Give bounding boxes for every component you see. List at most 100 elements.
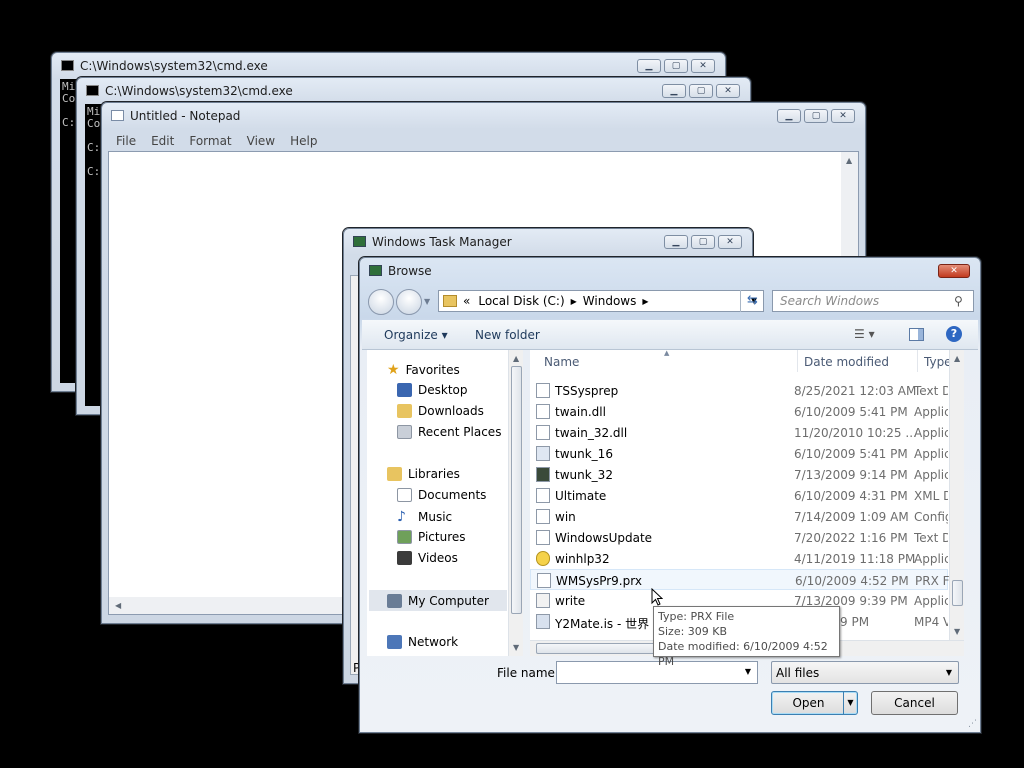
forward-button[interactable] <box>396 289 422 315</box>
breadcrumb-chevron-icon[interactable]: ▶ <box>571 297 577 306</box>
help-file-icon <box>536 551 550 566</box>
column-header-date[interactable]: Date modified <box>804 350 918 372</box>
breadcrumb-overflow[interactable]: « <box>463 294 470 308</box>
file-type-dropdown-icon[interactable]: ▼ <box>946 668 952 677</box>
file-list-vscrollbar[interactable]: ▲ ▼ <box>949 350 964 640</box>
nav-documents[interactable]: Documents <box>397 488 486 502</box>
file-row[interactable]: twunk_32 7/13/2009 9:14 PM Applic <box>530 464 948 485</box>
minimize-button[interactable]: ▁ <box>637 59 661 73</box>
cmd-window-1-titlebar[interactable]: C:\Windows\system32\cmd.exe ▁ ▢ ✕ <box>52 53 725 79</box>
new-folder-button[interactable]: New folder <box>475 328 540 342</box>
refresh-button[interactable]: ⇆ <box>740 290 764 312</box>
close-button[interactable]: ✕ <box>691 59 715 73</box>
star-icon: ★ <box>387 362 400 378</box>
minimize-button[interactable]: ▁ <box>777 109 801 123</box>
tooltip-size: Size: 309 KB <box>658 625 728 638</box>
nav-scrollbar[interactable]: ▲ ▼ <box>508 350 523 656</box>
scroll-up-arrow-icon[interactable]: ▲ <box>954 354 960 363</box>
file-list-hscroll-thumb[interactable] <box>536 643 664 654</box>
file-row[interactable]: Ultimate 6/10/2009 4:31 PM XML D <box>530 485 948 506</box>
command-toolbar: Organize ▾ New folder ☰ ▾ ? <box>362 320 978 350</box>
desktop-icon <box>397 383 412 397</box>
view-options-icon[interactable]: ☰ ▾ <box>854 327 875 341</box>
scroll-up-arrow-icon[interactable]: ▲ <box>513 354 519 363</box>
recent-pages-dropdown-icon[interactable]: ▼ <box>424 297 430 306</box>
open-button[interactable]: Open ▼ <box>771 691 858 715</box>
scroll-down-arrow-icon[interactable]: ▼ <box>513 643 519 652</box>
notepad-menubar: File Edit Format View Help <box>108 131 859 151</box>
nav-recent-places[interactable]: Recent Places <box>397 425 501 439</box>
search-input[interactable]: Search Windows <box>772 290 974 312</box>
close-button[interactable]: ✕ <box>831 109 855 123</box>
network-icon <box>387 635 402 649</box>
cancel-button[interactable]: Cancel <box>871 691 958 715</box>
nav-network[interactable]: Network <box>387 635 458 649</box>
open-split-dropdown-icon[interactable]: ▼ <box>843 692 857 714</box>
nav-favorites[interactable]: ★ Favorites <box>387 362 460 378</box>
minimize-button[interactable]: ▁ <box>662 84 686 98</box>
file-list-scroll-thumb[interactable] <box>952 580 963 606</box>
help-icon[interactable]: ? <box>946 326 962 342</box>
file-row[interactable]: TSSysprep 8/25/2021 12:03 AM Text D <box>530 380 948 401</box>
config-file-icon <box>536 509 550 524</box>
text-file-icon <box>536 530 550 545</box>
navigation-pane: ★ Favorites Desktop Downloads Recent Pla… <box>367 350 523 656</box>
folder-icon <box>443 295 457 307</box>
nav-videos[interactable]: Videos <box>397 551 458 565</box>
close-button[interactable]: ✕ <box>716 84 740 98</box>
file-name-label: File name: <box>497 666 559 680</box>
file-row[interactable]: win 7/14/2009 1:09 AM Config <box>530 506 948 527</box>
nav-my-computer[interactable]: My Computer <box>369 590 507 611</box>
cmd-icon <box>61 60 74 71</box>
nav-scroll-thumb[interactable] <box>511 366 522 614</box>
downloads-folder-icon <box>397 404 412 418</box>
file-row[interactable]: WindowsUpdate 7/20/2022 1:16 PM Text D <box>530 527 948 548</box>
breadcrumb-chevron-icon[interactable]: ▶ <box>642 297 648 306</box>
close-button[interactable]: ✕ <box>938 264 970 278</box>
address-bar[interactable]: « Local Disk (C:) ▶ Windows ▶ ▼ <box>438 290 764 312</box>
prx-file-icon <box>537 573 551 588</box>
close-button[interactable]: ✕ <box>718 235 742 249</box>
write-app-icon <box>536 593 550 608</box>
file-row[interactable]: winhlp32 4/11/2019 11:18 PM Applic <box>530 548 948 569</box>
nav-downloads[interactable]: Downloads <box>397 404 484 418</box>
breadcrumb-local-disk[interactable]: Local Disk (C:) <box>478 294 564 308</box>
maximize-button[interactable]: ▢ <box>691 235 715 249</box>
back-button[interactable] <box>368 289 394 315</box>
documents-icon <box>397 488 412 502</box>
pictures-icon <box>397 530 412 544</box>
minimize-button[interactable]: ▁ <box>664 235 688 249</box>
scroll-down-arrow-icon[interactable]: ▼ <box>954 627 960 636</box>
nav-music[interactable]: ♪ Music <box>397 509 452 525</box>
nav-libraries[interactable]: Libraries <box>387 467 460 481</box>
scroll-left-arrow-icon[interactable]: ◀ <box>115 601 121 610</box>
scroll-up-arrow-icon[interactable]: ▲ <box>846 156 852 165</box>
nav-desktop[interactable]: Desktop <box>397 383 468 397</box>
cmd-window-2-titlebar[interactable]: C:\Windows\system32\cmd.exe ▁ ▢ ✕ <box>77 78 750 104</box>
preview-pane-icon[interactable] <box>909 328 924 341</box>
nav-pictures[interactable]: Pictures <box>397 530 466 544</box>
menu-file[interactable]: File <box>108 131 143 151</box>
maximize-button[interactable]: ▢ <box>804 109 828 123</box>
browse-titlebar[interactable]: Browse ✕ <box>360 258 980 284</box>
maximize-button[interactable]: ▢ <box>689 84 713 98</box>
maximize-button[interactable]: ▢ <box>664 59 688 73</box>
organize-button[interactable]: Organize ▾ <box>384 328 448 342</box>
file-row[interactable]: twunk_16 6/10/2009 5:41 PM Applic <box>530 443 948 464</box>
file-row[interactable]: twain_32.dll 11/20/2010 10:25 ... Applic <box>530 422 948 443</box>
menu-format[interactable]: Format <box>181 131 238 151</box>
dll-file-icon <box>536 404 550 419</box>
text-file-icon <box>536 383 550 398</box>
task-manager-titlebar[interactable]: Windows Task Manager ▁ ▢ ✕ <box>344 229 752 255</box>
mouse-cursor-icon <box>651 588 663 606</box>
menu-view[interactable]: View <box>239 131 282 151</box>
file-row[interactable]: twain.dll 6/10/2009 5:41 PM Applic <box>530 401 948 422</box>
notepad-titlebar[interactable]: Untitled - Notepad ▁ ▢ ✕ <box>102 103 865 129</box>
column-header-name[interactable]: Name <box>544 350 798 372</box>
file-row-hovered[interactable]: WMSysPr9.prx 6/10/2009 4:52 PM PRX Fi <box>530 569 949 590</box>
search-icon: ⚲ <box>954 294 963 308</box>
menu-help[interactable]: Help <box>282 131 324 151</box>
resize-grip-icon[interactable]: ⋰ <box>968 719 977 729</box>
breadcrumb-windows[interactable]: Windows <box>583 294 637 308</box>
menu-edit[interactable]: Edit <box>143 131 181 151</box>
